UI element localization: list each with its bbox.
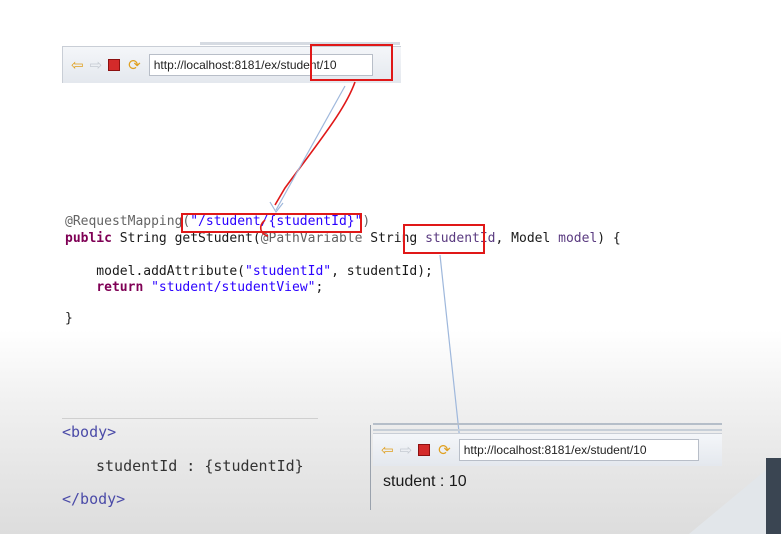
red-arrow-line [274, 81, 356, 206]
back-arrow-icon[interactable]: ⇦ [381, 443, 394, 458]
jsp-separator [62, 418, 318, 419]
corner-decoration-dark [766, 458, 781, 534]
stop-icon[interactable] [418, 444, 431, 456]
bottom-window-edge [370, 425, 371, 510]
page-output-text: student : 10 [383, 473, 467, 490]
bottom-strip-2 [373, 429, 722, 431]
jsp-expression: studentId : {studentId} [96, 457, 304, 475]
bottom-browser-toolbar: ⇦ ⇨ ⟳ http://localhost:8181/ex/student/1… [373, 433, 722, 466]
bottom-address-bar[interactable]: http://localhost:8181/ex/student/10 [458, 439, 699, 461]
red-curl [259, 219, 269, 237]
jsp-body-open: <body> [62, 423, 117, 441]
refresh-icon[interactable]: ⟳ [438, 443, 451, 458]
blue-arrow-line-1 [275, 85, 346, 211]
forward-arrow-icon[interactable]: ⇨ [400, 443, 413, 458]
jsp-body-close: </body> [62, 490, 126, 508]
bottom-strip-1 [373, 423, 722, 425]
